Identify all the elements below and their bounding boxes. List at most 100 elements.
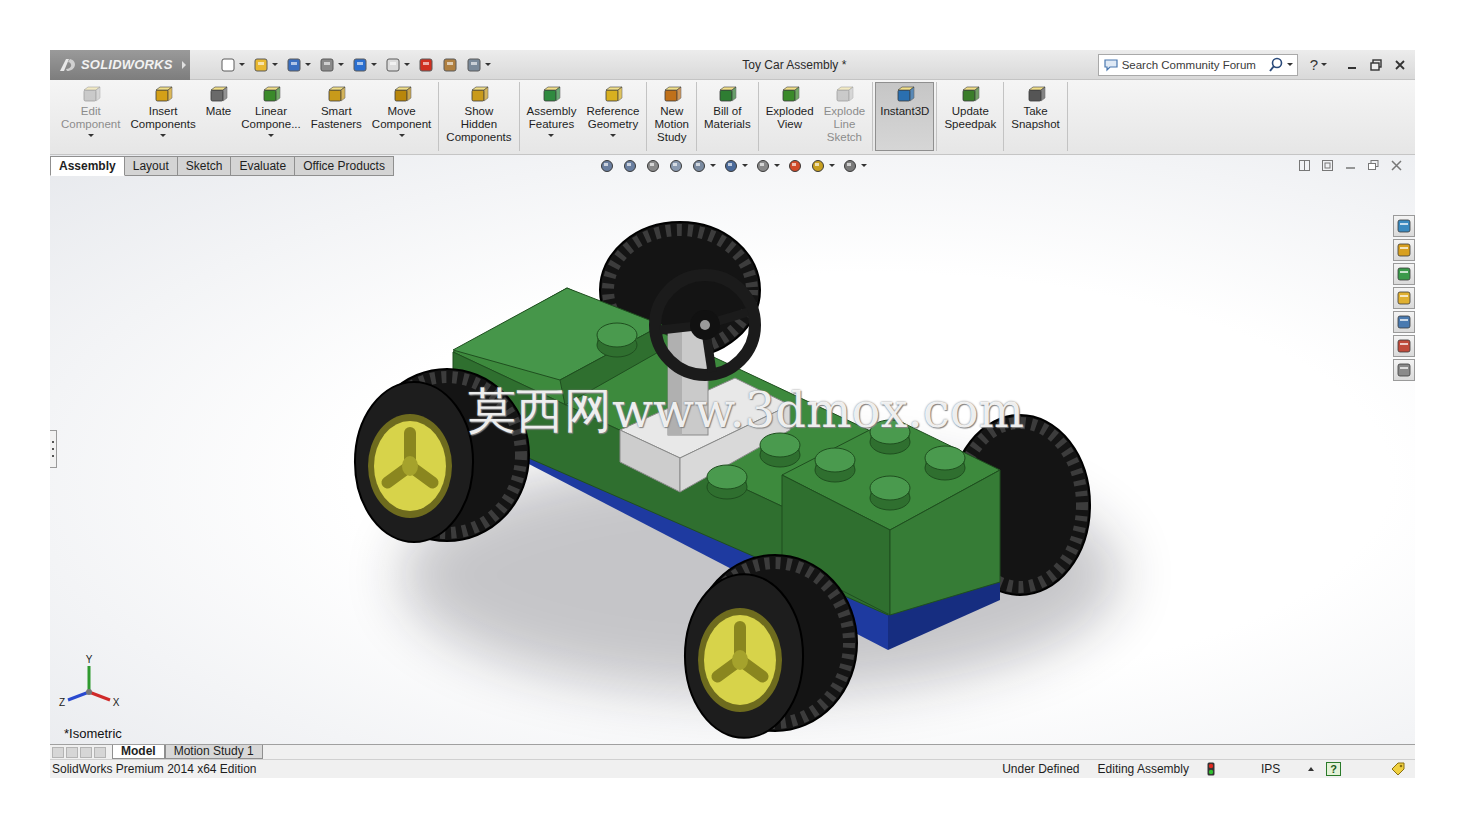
- tab-scroll-button[interactable]: [66, 747, 78, 758]
- quick-access-button[interactable]: [286, 57, 311, 73]
- ribbon-button[interactable]: MoveComponent: [367, 82, 436, 151]
- status-help-button[interactable]: ?: [1326, 762, 1341, 776]
- model-tab[interactable]: Motion Study 1: [165, 745, 263, 759]
- dropdown-arrow-icon[interactable]: [404, 63, 410, 66]
- ribbon-button[interactable]: Instant3D: [875, 82, 934, 151]
- steering-wheel[interactable]: [655, 275, 755, 375]
- model-tab[interactable]: Model: [112, 745, 165, 759]
- ribbon-button[interactable]: ExplodeLineSketch: [819, 82, 871, 151]
- ribbon-button[interactable]: ExplodedView: [761, 82, 819, 151]
- front-wheel[interactable]: [685, 555, 857, 738]
- rebuild-light-icon[interactable]: [1207, 762, 1215, 776]
- ribbon-button[interactable]: UpdateSpeedpak: [939, 82, 1001, 151]
- view-tool-button[interactable]: [723, 158, 748, 174]
- dropdown-arrow-icon[interactable]: [610, 134, 616, 137]
- command-tab[interactable]: Office Products: [295, 156, 394, 176]
- dropdown-arrow-icon[interactable]: [1321, 63, 1327, 66]
- quick-access-button[interactable]: [385, 57, 410, 73]
- view-tool-button[interactable]: [810, 158, 835, 174]
- view-tool-button[interactable]: [599, 158, 615, 174]
- task-pane-button[interactable]: [1393, 335, 1415, 357]
- ribbon-button[interactable]: Mate: [201, 82, 237, 151]
- task-pane-button[interactable]: [1393, 215, 1415, 237]
- dropdown-arrow-icon[interactable]: [829, 164, 835, 167]
- view-tool-button[interactable]: [691, 158, 716, 174]
- command-tab[interactable]: Assembly: [50, 156, 125, 176]
- units-system[interactable]: IPS: [1261, 762, 1280, 776]
- minimize-icon[interactable]: [1345, 58, 1359, 72]
- magnifier-icon[interactable]: [1268, 57, 1284, 73]
- command-tab[interactable]: Evaluate: [231, 156, 295, 176]
- command-tab[interactable]: Sketch: [178, 156, 232, 176]
- view-tool-button[interactable]: [842, 158, 867, 174]
- dropdown-arrow-icon[interactable]: [239, 63, 245, 66]
- view-tool-button[interactable]: [787, 158, 803, 174]
- graphics-area[interactable]: AssemblyLayoutSketchEvaluateOffice Produ…: [50, 155, 1415, 744]
- minimize-icon[interactable]: [1344, 159, 1357, 172]
- ribbon-button[interactable]: ShowHiddenComponents: [441, 82, 516, 151]
- dropdown-arrow-icon[interactable]: [371, 63, 377, 66]
- ribbon-button[interactable]: TakeSnapshot: [1006, 82, 1065, 151]
- ribbon-button[interactable]: EditComponent: [56, 82, 125, 151]
- quick-access-button[interactable]: [466, 57, 491, 73]
- dropdown-arrow-icon[interactable]: [160, 134, 166, 137]
- quick-access-button[interactable]: [319, 57, 344, 73]
- dropdown-arrow-icon[interactable]: [742, 164, 748, 167]
- split-view-icon[interactable]: [1298, 159, 1311, 172]
- toy-car-model[interactable]: [50, 155, 1415, 744]
- menu-arrow-icon[interactable]: [182, 61, 186, 69]
- ribbon-button[interactable]: Bill ofMaterials: [699, 82, 756, 151]
- search-input[interactable]: [1122, 59, 1265, 71]
- quick-access-button[interactable]: [442, 57, 458, 73]
- view-tool-button[interactable]: [755, 158, 780, 174]
- quick-access-button[interactable]: [253, 57, 278, 73]
- dropdown-arrow-icon[interactable]: [338, 63, 344, 66]
- command-tab[interactable]: Layout: [125, 156, 178, 176]
- solidworks-logo[interactable]: SOLIDWORKS: [50, 50, 190, 80]
- dropdown-arrow-icon[interactable]: [272, 63, 278, 66]
- quick-access-button[interactable]: [220, 57, 245, 73]
- command-icon: [834, 86, 854, 104]
- dropdown-arrow-icon[interactable]: [485, 63, 491, 66]
- quick-access-button[interactable]: [352, 57, 377, 73]
- ribbon-button[interactable]: LinearCompone...: [236, 82, 305, 151]
- help-button[interactable]: ?: [1310, 56, 1318, 73]
- task-pane-button[interactable]: [1393, 263, 1415, 285]
- dropdown-arrow-icon[interactable]: [548, 134, 554, 137]
- tab-scroll-button[interactable]: [94, 747, 106, 758]
- dropdown-arrow-icon[interactable]: [305, 63, 311, 66]
- view-tool-button[interactable]: [668, 158, 684, 174]
- dropdown-arrow-icon[interactable]: [1287, 63, 1293, 66]
- dropdown-arrow-icon[interactable]: [88, 134, 94, 137]
- units-menu-arrow-icon[interactable]: [1308, 767, 1314, 771]
- quick-access-button[interactable]: [418, 57, 434, 73]
- tab-scroll-button[interactable]: [80, 747, 92, 758]
- ribbon-button[interactable]: ReferenceGeometry: [581, 82, 644, 151]
- restore-icon[interactable]: [1367, 159, 1380, 172]
- ribbon-button[interactable]: SmartFasteners: [306, 82, 367, 151]
- task-pane-button[interactable]: [1393, 239, 1415, 261]
- close-icon[interactable]: [1390, 159, 1403, 172]
- view-tool-button[interactable]: [622, 158, 638, 174]
- close-icon[interactable]: [1393, 58, 1407, 72]
- dropdown-arrow-icon[interactable]: [268, 134, 274, 137]
- definition-state: Under Defined: [1002, 762, 1079, 776]
- task-pane-button[interactable]: [1393, 359, 1415, 381]
- restore-icon[interactable]: [1369, 58, 1383, 72]
- tag-icon[interactable]: [1391, 762, 1405, 776]
- tab-scroll-button[interactable]: [52, 747, 64, 758]
- dropdown-arrow-icon[interactable]: [399, 134, 405, 137]
- view-tool-button[interactable]: [645, 158, 661, 174]
- dropdown-arrow-icon[interactable]: [774, 164, 780, 167]
- dropdown-arrow-icon[interactable]: [861, 164, 867, 167]
- dropdown-arrow-icon[interactable]: [710, 164, 716, 167]
- tile-view-icon[interactable]: [1321, 159, 1334, 172]
- zoom-area-icon: [622, 158, 638, 174]
- ribbon-button[interactable]: NewMotionStudy: [649, 82, 694, 151]
- ribbon-button[interactable]: AssemblyFeatures: [522, 82, 582, 151]
- feature-tree-flyout-handle[interactable]: [50, 430, 57, 468]
- task-pane-button[interactable]: [1393, 311, 1415, 333]
- task-pane-button[interactable]: [1393, 287, 1415, 309]
- help-menu[interactable]: ?: [1310, 56, 1327, 73]
- ribbon-button[interactable]: InsertComponents: [125, 82, 200, 151]
